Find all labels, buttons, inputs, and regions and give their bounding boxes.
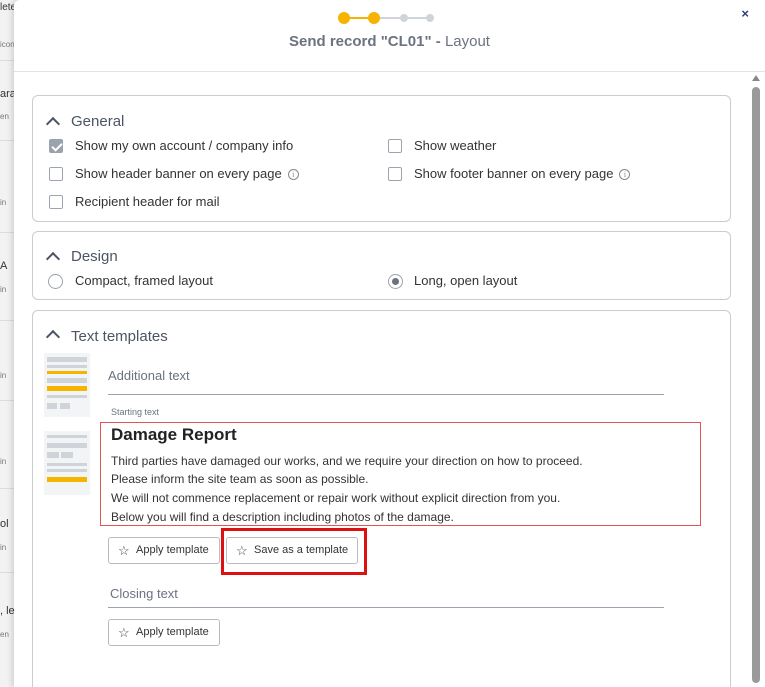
show-footer-banner-checkbox[interactable] <box>388 167 402 181</box>
bg-fragment: en <box>0 630 9 639</box>
apply-template-closing-button[interactable]: ☆ Apply template <box>108 619 220 646</box>
chevron-up-icon[interactable] <box>45 329 61 345</box>
info-icon[interactable]: i <box>287 169 299 180</box>
long-layout-label: Long, open layout <box>414 273 518 288</box>
star-icon: ☆ <box>118 625 130 640</box>
show-header-banner-row: Show header banner on every page i <box>75 166 299 181</box>
modal-body: General Show my own account / company in… <box>14 73 765 687</box>
starting-text-line: Please inform the site team as soon as p… <box>111 472 369 486</box>
bg-fragment: , le <box>0 605 15 617</box>
bg-fragment: in <box>0 457 7 466</box>
closing-text-label: Closing text <box>110 586 178 601</box>
show-weather-label: Show weather <box>414 138 497 153</box>
highlight-box <box>221 528 367 575</box>
vertical-scrollbar[interactable] <box>751 73 761 687</box>
additional-text-input[interactable] <box>108 394 664 395</box>
starting-text-line: Third parties have damaged our works, an… <box>111 454 583 468</box>
show-header-banner-checkbox[interactable] <box>49 167 63 181</box>
apply-template-button[interactable]: ☆ Apply template <box>108 537 220 564</box>
info-icon[interactable]: i <box>619 169 631 180</box>
text-templates-title[interactable]: Text templates <box>71 328 168 345</box>
design-panel: Design Compact, framed layout Long, open… <box>32 231 731 300</box>
show-weather-checkbox[interactable] <box>388 139 402 153</box>
starting-text-editor[interactable]: Damage Report Third parties have damaged… <box>100 422 701 526</box>
starting-text-line: We will not commence replacement or repa… <box>111 491 561 505</box>
bg-fragment: in <box>0 198 7 207</box>
show-footer-banner-label: Show footer banner on every page <box>414 166 614 181</box>
show-own-account-label: Show my own account / company info <box>75 138 294 153</box>
chevron-up-icon[interactable] <box>45 116 61 132</box>
star-icon: ☆ <box>118 543 130 558</box>
design-panel-title[interactable]: Design <box>71 248 118 265</box>
bg-fragment: in <box>0 285 7 294</box>
send-record-modal: Send record "CL01" - Layout × General Sh… <box>14 0 765 687</box>
starting-text-thumbnail[interactable] <box>44 431 90 495</box>
starting-text-line: Below you will find a description includ… <box>111 510 454 524</box>
starting-text-label: Starting text <box>111 407 160 417</box>
modal-title-record: Send record "CL01" - <box>289 33 441 50</box>
compact-layout-radio[interactable] <box>48 274 63 289</box>
long-layout-radio[interactable] <box>388 274 403 289</box>
chevron-up-icon[interactable] <box>45 251 61 267</box>
bg-fragment: A <box>0 260 8 272</box>
apply-template-label: Apply template <box>136 544 209 556</box>
step-3-indicator <box>400 14 408 22</box>
modal-header: Send record "CL01" - Layout × <box>14 0 765 72</box>
additional-text-thumbnail[interactable] <box>44 353 90 417</box>
compact-layout-label: Compact, framed layout <box>75 273 214 288</box>
step-connector <box>380 17 400 19</box>
general-panel-title[interactable]: General <box>71 113 124 130</box>
bg-fragment: ol <box>0 518 9 530</box>
recipient-header-checkbox[interactable] <box>49 195 63 209</box>
progress-stepper <box>338 12 438 24</box>
step-2-indicator <box>368 12 380 24</box>
recipient-header-label: Recipient header for mail <box>75 194 220 209</box>
step-4-indicator <box>426 14 434 22</box>
apply-template-closing-label: Apply template <box>136 626 209 638</box>
bg-fragment: icon <box>0 40 15 49</box>
bg-fragment: in <box>0 543 7 552</box>
step-1-indicator <box>338 12 350 24</box>
scrollbar-thumb[interactable] <box>752 87 760 683</box>
step-connector <box>350 17 368 19</box>
close-icon[interactable]: × <box>741 6 749 21</box>
step-connector <box>408 17 426 19</box>
show-footer-banner-row: Show footer banner on every page i <box>414 166 631 181</box>
starting-text-heading: Damage Report <box>111 425 237 444</box>
bg-fragment: en <box>0 112 9 121</box>
show-header-banner-label: Show header banner on every page <box>75 166 282 181</box>
scroll-up-arrow-icon[interactable] <box>752 75 760 81</box>
additional-text-label: Additional text <box>108 368 190 383</box>
bg-fragment: in <box>0 371 7 380</box>
modal-title-step: Layout <box>444 33 490 50</box>
general-panel: General Show my own account / company in… <box>32 95 731 222</box>
closing-text-input[interactable] <box>108 607 664 608</box>
modal-title: Send record "CL01" - Layout <box>14 33 765 50</box>
show-own-account-checkbox[interactable] <box>49 139 63 153</box>
